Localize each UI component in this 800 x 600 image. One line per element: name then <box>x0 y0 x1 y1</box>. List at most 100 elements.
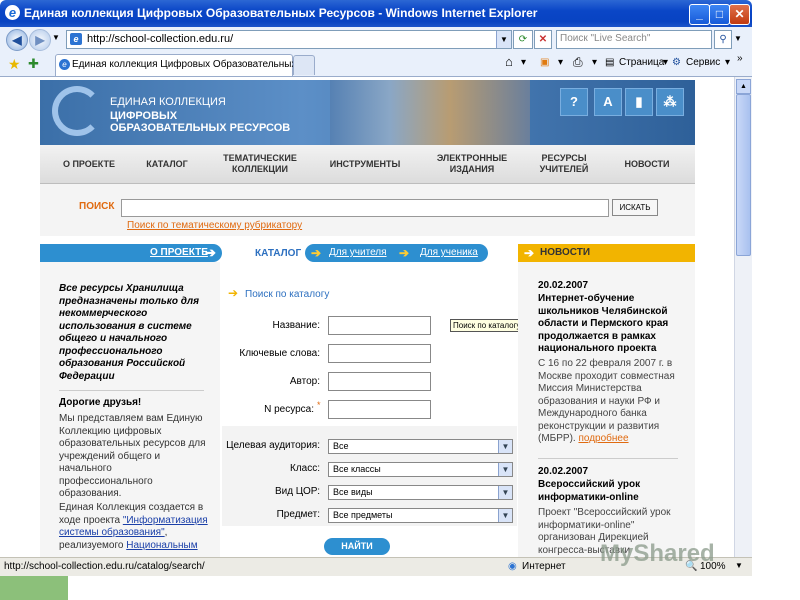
back-icon[interactable]: ◀ <box>6 29 28 51</box>
for-teacher-link[interactable]: Для учителя <box>329 244 387 262</box>
news-more-link[interactable]: подробнее <box>578 433 628 444</box>
arrow-right-icon: ➔ <box>399 246 410 260</box>
tools-menu-dropdown-icon[interactable]: ▾ <box>725 57 730 68</box>
watermark: MyShared <box>600 540 715 567</box>
chevron-down-icon: ▼ <box>498 486 512 499</box>
internet-zone-label: Интернет <box>522 561 566 572</box>
keywords-label: Ключевые слова: <box>239 348 320 359</box>
keywords-input[interactable] <box>328 344 431 363</box>
tab-bar: ★ ✚ e Единая коллекция Цифровых Образова… <box>0 51 752 77</box>
project-paragraph: Единая Коллекция создается в ходе проект… <box>59 502 209 552</box>
window-titlebar: e Единая коллекция Цифровых Образователь… <box>0 0 752 27</box>
sitemap-icon[interactable]: ⁂ <box>656 88 684 116</box>
resource-number-label: N ресурса: <box>264 404 314 415</box>
tools-gear-icon[interactable]: ⚙ <box>672 57 681 68</box>
news-title[interactable]: Интернет-обучение школьников Челябинской… <box>538 293 683 356</box>
rubricator-link[interactable]: Поиск по тематическому рубрикатору <box>127 220 302 231</box>
logo-line3: ОБРАЗОВАТЕЛЬНЫХ РЕСУРСОВ <box>110 122 291 134</box>
subject-select[interactable]: Все предметы ▼ <box>328 508 513 523</box>
window-title: Единая коллекция Цифровых Образовательны… <box>24 6 538 20</box>
toolbar-overflow-icon[interactable]: » <box>737 53 743 64</box>
usage-notice: Все ресурсы Хранилища предназначены толь… <box>59 283 200 382</box>
page-menu-icon[interactable]: ▤ <box>605 57 614 68</box>
tools-menu[interactable]: Сервис <box>686 57 720 68</box>
address-bar[interactable]: e http://school-collection.edu.ru/ ▼ <box>66 30 512 49</box>
stats-icon[interactable]: ▮ <box>625 88 653 116</box>
menu-item-news[interactable]: НОВОСТИ <box>612 145 682 183</box>
site-search-input[interactable] <box>121 199 609 217</box>
minimize-button[interactable]: _ <box>689 4 710 25</box>
scroll-thumb[interactable] <box>736 94 751 256</box>
tooltip: Поиск по каталогу <box>450 319 524 332</box>
menu-item-about[interactable]: О ПРОЕКТЕ <box>54 145 124 183</box>
site-search-button[interactable]: ИСКАТЬ <box>612 199 658 216</box>
logo-line1: ЕДИНАЯ КОЛЛЕКЦИЯ <box>110 96 226 108</box>
scroll-up-icon[interactable]: ▲ <box>736 79 751 94</box>
author-input[interactable] <box>328 372 431 391</box>
author-label: Автор: <box>289 376 320 387</box>
internet-zone-icon: ◉ <box>508 561 517 572</box>
search-options-icon[interactable]: ▼ <box>734 34 742 43</box>
class-select[interactable]: Все классы ▼ <box>328 462 513 477</box>
help-icon[interactable]: ? <box>560 88 588 116</box>
home-dropdown-icon[interactable]: ▾ <box>521 57 526 68</box>
about-bar-label: О ПРОЕКТЕ <box>150 247 208 258</box>
tab-active[interactable]: e Единая коллекция Цифровых Образователь… <box>55 54 312 76</box>
tab-page-icon: e <box>59 59 70 70</box>
live-search-input[interactable]: Поиск "Live Search" <box>556 30 712 49</box>
for-student-link[interactable]: Для ученика <box>420 244 478 262</box>
zoom-dropdown-icon[interactable]: ▼ <box>735 561 743 570</box>
forward-icon[interactable]: ▶ <box>29 29 51 51</box>
maximize-button[interactable]: □ <box>709 4 730 25</box>
font-size-icon[interactable]: A <box>594 88 622 116</box>
address-dropdown-icon[interactable]: ▼ <box>496 31 511 48</box>
find-button[interactable]: НАЙТИ <box>324 538 390 555</box>
add-favorites-icon[interactable]: ✚ <box>28 56 39 72</box>
tab-title: Единая коллекция Цифровых Образовательны… <box>72 59 313 70</box>
intro-paragraph: Мы представляем вам Единую Коллекцию циф… <box>59 413 206 499</box>
chevron-down-icon: ▼ <box>498 440 512 453</box>
news-title[interactable]: Всероссийский урок информатики-online <box>538 479 678 504</box>
class-value: Все классы <box>333 464 381 474</box>
close-button[interactable]: ✕ <box>729 4 750 25</box>
stop-icon[interactable]: ✕ <box>534 30 552 49</box>
favorites-star-icon[interactable]: ★ <box>8 56 21 73</box>
site-logo-icon <box>52 86 102 136</box>
menu-item-tools[interactable]: ИНСТРУМЕНТЫ <box>320 145 410 183</box>
history-dropdown-icon[interactable]: ▼ <box>52 33 60 42</box>
home-icon[interactable]: ⌂ <box>505 54 513 69</box>
menu-item-teachers[interactable]: РЕСУРСЫ УЧИТЕЛЕЙ <box>532 145 596 183</box>
page-menu[interactable]: Страница <box>619 57 664 68</box>
chevron-down-icon: ▼ <box>498 463 512 476</box>
search-icon[interactable]: ⚲ <box>714 30 732 49</box>
refresh-icon[interactable]: ⟳ <box>513 30 533 49</box>
feeds-dropdown-icon[interactable]: ▾ <box>558 57 563 68</box>
header-photo <box>330 80 530 145</box>
news-date: 20.02.2007 <box>538 466 589 477</box>
menu-item-thematic[interactable]: ТЕМАТИЧЕСКИЕ КОЛЛЕКЦИИ <box>212 145 308 183</box>
print-icon[interactable]: ⎙ <box>573 55 583 70</box>
type-value: Все виды <box>333 487 373 497</box>
resource-number-input[interactable] <box>328 400 431 419</box>
news-bar-label: НОВОСТИ <box>540 247 591 258</box>
navigation-bar: ◀ ▶ ▼ e http://school-collection.edu.ru/… <box>0 27 752 52</box>
name-label: Название: <box>272 320 320 331</box>
print-dropdown-icon[interactable]: ▾ <box>592 57 597 68</box>
feeds-icon[interactable]: ▣ <box>540 57 549 68</box>
page-menu-dropdown-icon[interactable]: ▾ <box>663 57 668 68</box>
search-label: ПОИСК <box>79 201 115 212</box>
ie-logo-icon: e <box>5 5 20 20</box>
national-link[interactable]: Национальным <box>126 540 197 551</box>
about-bar[interactable]: О ПРОЕКТЕ ➔ <box>40 244 222 262</box>
divider <box>538 458 678 459</box>
new-tab-button[interactable] <box>293 55 315 75</box>
type-select[interactable]: Все виды ▼ <box>328 485 513 500</box>
menu-item-catalog[interactable]: КАТАЛОГ <box>136 145 198 183</box>
arrow-right-icon: ➔ <box>205 245 216 260</box>
logo-line2: ЦИФРОВЫХ <box>110 110 178 122</box>
news-bar: ➔ НОВОСТИ <box>518 244 695 262</box>
audience-select[interactable]: Все ▼ <box>328 439 513 454</box>
class-label: Класс: <box>290 463 320 474</box>
name-input[interactable] <box>328 316 431 335</box>
menu-item-ebooks[interactable]: ЭЛЕКТРОННЫЕ ИЗДАНИЯ <box>422 145 522 183</box>
